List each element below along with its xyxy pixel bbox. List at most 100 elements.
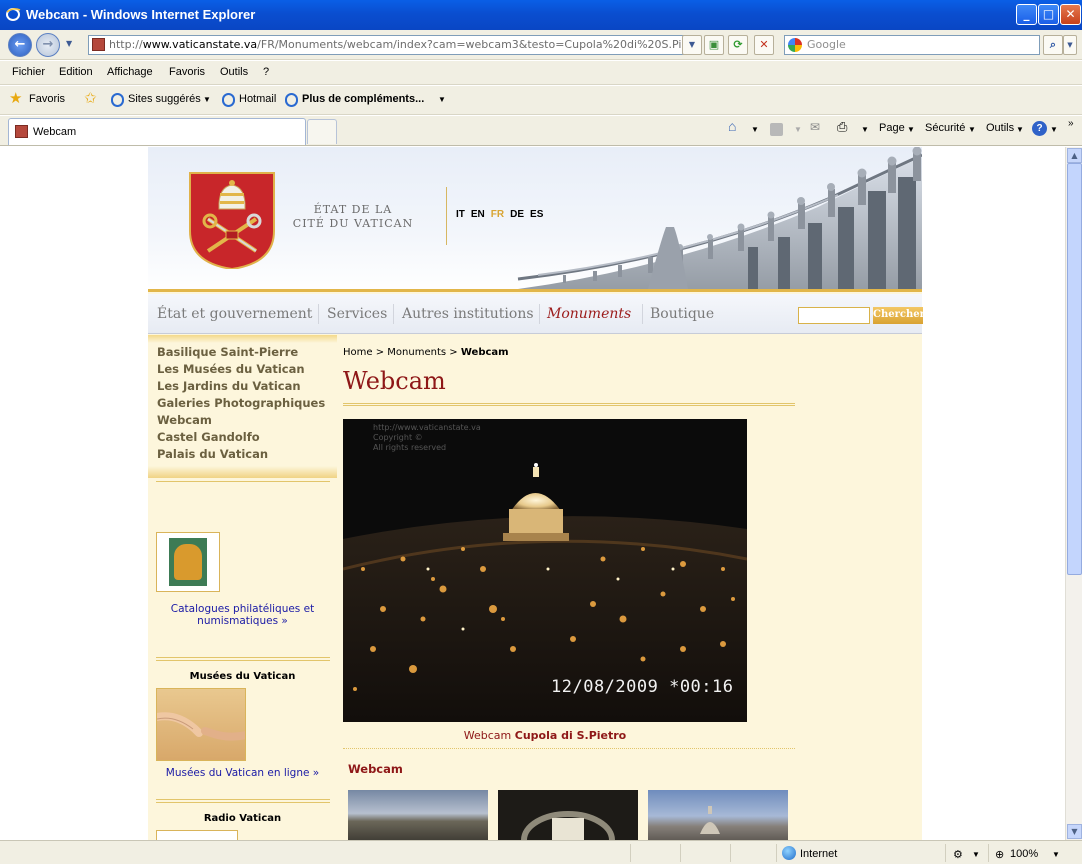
hotmail-link[interactable]: Hotmail	[239, 93, 276, 105]
breadcrumb-monuments[interactable]: Monuments	[387, 347, 446, 358]
sidebar-item-webcam[interactable]: Webcam	[157, 413, 212, 427]
catalog-link-line2[interactable]: numismatiques »	[148, 615, 337, 627]
url-path: /FR/Monuments/webcam/index?cam=webcam3&t…	[257, 38, 698, 51]
nav-autres-institutions[interactable]: Autres institutions	[402, 306, 534, 322]
security-dropdown-icon[interactable]: ▼	[968, 125, 976, 134]
url-input[interactable]: http://www.vaticanstate.va/FR/Monuments/…	[88, 35, 698, 55]
ie-logo-icon	[6, 8, 21, 21]
webcam-thumbnail-3[interactable]	[648, 790, 788, 840]
suggested-sites-dropdown-icon[interactable]: ▼	[203, 95, 211, 104]
status-divider	[730, 844, 731, 862]
sidebar-menu-bottom-shade	[148, 466, 337, 478]
radio-vatican-image[interactable]	[156, 830, 238, 840]
minimize-button[interactable]: _	[1016, 4, 1037, 25]
window-titlebar[interactable]: Webcam - Windows Internet Explorer _ □ ✕	[0, 0, 1082, 30]
favorites-star-icon: ★	[9, 89, 23, 107]
nav-boutique[interactable]: Boutique	[650, 306, 714, 322]
sidebar-divider	[156, 657, 330, 658]
toolbar-overflow-icon[interactable]: »	[1068, 118, 1074, 129]
favorites-button[interactable]: Favoris	[29, 93, 65, 105]
back-button[interactable]: ←	[8, 33, 32, 57]
search-icon[interactable]: ⌕	[1043, 35, 1063, 55]
scrollbar-thumb[interactable]	[1067, 163, 1082, 575]
sidebar-item-musees[interactable]: Les Musées du Vatican	[157, 362, 305, 376]
page-menu[interactable]: Page	[879, 122, 905, 134]
help-icon[interactable]: ?	[1032, 121, 1047, 136]
more-addons-dropdown-icon[interactable]: ▼	[438, 95, 446, 104]
history-dropdown-icon[interactable]: ▼	[66, 39, 72, 48]
menu-help[interactable]: ?	[263, 66, 269, 78]
museums-online-link[interactable]: Musées du Vatican en ligne »	[148, 767, 337, 779]
breadcrumb-home[interactable]: Home	[343, 347, 373, 358]
header-gold-line	[148, 289, 922, 292]
scroll-up-icon[interactable]: ▲	[1067, 148, 1082, 163]
help-dropdown-icon[interactable]: ▼	[1050, 125, 1058, 134]
site-header: ÉTAT DE LA CITÉ DU VATICAN IT EN FR DE ES	[148, 147, 922, 292]
url-dropdown-icon[interactable]: ▼	[682, 35, 702, 55]
colonnade-image	[398, 147, 922, 289]
new-tab-button[interactable]	[307, 119, 337, 144]
maximize-button[interactable]: □	[1038, 4, 1059, 25]
close-window-button[interactable]: ✕	[1060, 4, 1081, 25]
status-divider	[988, 844, 989, 862]
add-favorite-icon[interactable]: ✩	[84, 89, 97, 107]
main-content: Home > Monuments > Webcam Webcam http://…	[343, 335, 795, 840]
search-options-dropdown-icon[interactable]: ▼	[1063, 35, 1077, 55]
menu-affichage[interactable]: Affichage	[107, 66, 153, 78]
feeds-icon[interactable]	[770, 123, 783, 136]
suggested-sites-link[interactable]: Sites suggérés	[128, 93, 201, 105]
webcam-thumbnail-2[interactable]	[498, 790, 638, 840]
sidebar-item-basilique[interactable]: Basilique Saint-Pierre	[157, 345, 298, 359]
menu-favoris[interactable]: Favoris	[169, 66, 205, 78]
protected-mode-icon[interactable]: ⚙	[953, 848, 963, 861]
search-input[interactable]: Google	[784, 35, 1040, 55]
home-dropdown-icon[interactable]: ▼	[751, 125, 759, 134]
zoom-dropdown-icon[interactable]: ▼	[1052, 850, 1060, 859]
search-placeholder: Google	[807, 38, 846, 51]
sidebar-item-jardins[interactable]: Les Jardins du Vatican	[157, 379, 301, 393]
tools-menu[interactable]: Outils	[986, 122, 1014, 134]
menu-fichier[interactable]: Fichier	[12, 66, 45, 78]
security-menu[interactable]: Sécurité	[925, 122, 965, 134]
scroll-down-icon[interactable]: ▼	[1067, 824, 1082, 839]
tools-dropdown-icon[interactable]: ▼	[1016, 125, 1024, 134]
webcam-caption-prefix: Webcam	[463, 729, 512, 742]
menu-outils[interactable]: Outils	[220, 66, 248, 78]
title-underline	[343, 403, 795, 406]
site-search-button[interactable]: Chercher	[873, 307, 925, 324]
webcam-watermark: http://www.vaticanstate.va Copyright © A…	[373, 423, 481, 453]
page-dropdown-icon[interactable]: ▼	[907, 125, 915, 134]
vertical-scrollbar[interactable]: ▲ ▼	[1065, 147, 1082, 840]
tab-webcam[interactable]: Webcam	[8, 118, 306, 145]
refresh-icon[interactable]: ⟳	[728, 35, 748, 55]
webcam-thumbnail-1[interactable]	[348, 790, 488, 840]
zoom-icon[interactable]: ⊕	[995, 848, 1004, 861]
url-prefix: http://	[109, 38, 143, 51]
nav-monuments[interactable]: Monuments	[547, 306, 631, 322]
feeds-dropdown-icon[interactable]: ▼	[794, 125, 802, 134]
site-search-input[interactable]	[798, 307, 870, 324]
protected-mode-dropdown-icon[interactable]: ▼	[972, 850, 980, 859]
url-domain: www.vaticanstate.va	[142, 38, 258, 51]
menu-edition[interactable]: Edition	[59, 66, 93, 78]
stamp-image[interactable]	[156, 532, 220, 592]
forward-button[interactable]: →	[36, 33, 60, 57]
nav-etat-gouvernement[interactable]: État et gouvernement	[157, 306, 312, 322]
home-icon[interactable]: ⌂	[728, 118, 736, 134]
sidebar-item-castel-gandolfo[interactable]: Castel Gandolfo	[157, 430, 260, 444]
compatibility-view-icon[interactable]: ▣	[704, 35, 724, 55]
site-favicon-icon	[92, 38, 105, 51]
papal-crest-icon	[189, 172, 275, 269]
print-dropdown-icon[interactable]: ▼	[861, 125, 869, 134]
stop-icon[interactable]: ✕	[754, 35, 774, 55]
nav-separator	[393, 304, 394, 324]
sidebar-item-galeries[interactable]: Galeries Photographiques	[157, 396, 325, 410]
mail-icon[interactable]: ✉	[810, 120, 820, 134]
catalog-link-line1[interactable]: Catalogues philatéliques et	[148, 603, 337, 615]
zoom-level[interactable]: 100%	[1010, 848, 1038, 860]
sidebar-item-palais[interactable]: Palais du Vatican	[157, 447, 268, 461]
print-icon[interactable]: ⎙	[837, 119, 847, 135]
creation-of-adam-image[interactable]	[156, 688, 246, 761]
nav-services[interactable]: Services	[327, 306, 387, 322]
more-addons-link[interactable]: Plus de compléments...	[302, 93, 424, 105]
